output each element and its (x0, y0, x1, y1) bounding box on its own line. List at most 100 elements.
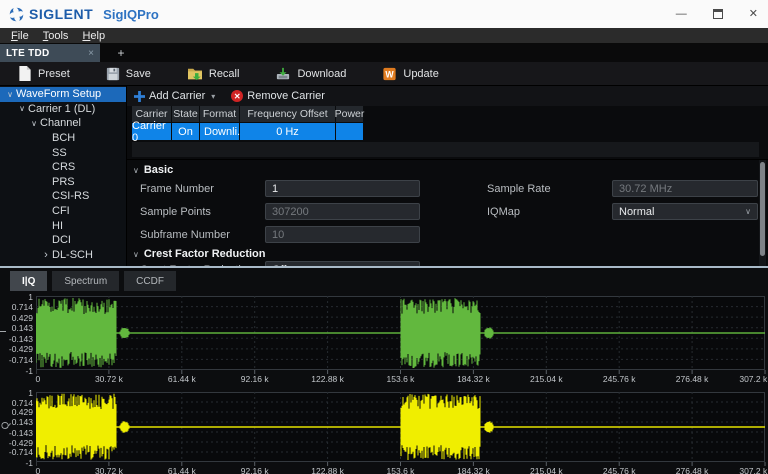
chart-tab-iq[interactable]: I|Q (10, 271, 47, 291)
tree-item-hi[interactable]: HI (0, 218, 126, 233)
sample-points-input[interactable]: 307200 (265, 203, 420, 220)
chevron-down-icon[interactable]: ∨ (4, 90, 16, 99)
y-tick-label: -0.143 (0, 428, 33, 438)
toolbar-label: Preset (38, 68, 70, 80)
x-tick-label: 215.04 k (530, 374, 563, 384)
tree-item-dci[interactable]: DCI (0, 233, 126, 248)
preset-button[interactable]: Preset (18, 66, 70, 81)
chevron-down-icon[interactable]: ∨ (16, 104, 28, 113)
tree-item-carrier-1-dl-[interactable]: ∨Carrier 1 (DL) (0, 102, 126, 117)
tree-item-channel[interactable]: ∨Channel (0, 116, 126, 131)
chart-tab-ccdf[interactable]: CCDF (124, 271, 176, 291)
tree-item-dl-sch[interactable]: ›DL-SCH (0, 248, 126, 263)
tab-lte-tdd[interactable]: LTE TDD × (0, 44, 100, 62)
new-tab-button[interactable]: + (112, 44, 130, 62)
page-icon (18, 66, 32, 81)
column-header-format[interactable]: Format (200, 106, 240, 123)
y-tick-label: 0.429 (0, 313, 33, 323)
remove-carrier-button[interactable]: ✕ Remove Carrier (231, 90, 325, 102)
carrier-table: CarrierStateFormatFrequency OffsetPowerC… (132, 106, 364, 141)
y-tick-label: 1 (0, 388, 33, 398)
chevron-down-icon: ∨ (133, 250, 139, 259)
table-cell: Carrier 0 (132, 123, 172, 141)
caret-down-icon[interactable]: ▾ (211, 92, 215, 101)
subframe-number-input[interactable]: 10 (265, 226, 420, 243)
tree-item-waveform-setup[interactable]: ∨WaveForm Setup (0, 87, 126, 102)
tree-item-label: CRS (52, 161, 75, 173)
y-tick-label: 1 (0, 292, 33, 302)
chevron-right-icon[interactable]: › (40, 251, 52, 259)
add-carrier-button[interactable]: Add Carrier ▾ (134, 90, 215, 102)
waveform-plot-q (36, 392, 766, 467)
tree-item-label: DCI (52, 234, 71, 246)
tree-item-bch[interactable]: BCH (0, 131, 126, 146)
tree-item-label: CSI-RS (52, 190, 89, 202)
menu-item-help[interactable]: Help (75, 30, 112, 42)
field-value: 1 (272, 183, 278, 195)
update-icon: W (382, 67, 397, 81)
settings-scrollbar[interactable] (759, 160, 766, 266)
tree-item-crs[interactable]: CRS (0, 160, 126, 175)
tree-item-label: Carrier 1 (DL) (28, 103, 95, 115)
column-header-power[interactable]: Power (336, 106, 364, 123)
siglent-logo-icon (8, 6, 25, 23)
waveform-plot-i (36, 296, 766, 375)
recall-button[interactable]: Recall (187, 67, 240, 81)
y-tick-label: 0.714 (0, 302, 33, 312)
x-tick-label: 215.04 k (530, 466, 563, 474)
toolbar-label: Download (297, 68, 346, 80)
x-tick-label: 307.2 k (739, 466, 767, 474)
x-tick-label: 276.48 k (676, 374, 709, 384)
menu-item-tools[interactable]: Tools (36, 30, 76, 42)
app-title: SigIQPro (103, 7, 159, 22)
tree-item-label: HI (52, 220, 63, 232)
table-cell: Downli... (200, 123, 240, 141)
update-button[interactable]: W Update (382, 67, 438, 81)
menu-item-file[interactable]: File (4, 30, 36, 42)
field-value: 30.72 MHz (619, 183, 672, 195)
app-window: SIGLENT SigIQPro — ✕ FileToolsHelp LTE T… (0, 0, 768, 474)
tree-item-ss[interactable]: SS (0, 145, 126, 160)
download-button[interactable]: Download (275, 67, 346, 81)
chart-tab-spectrum[interactable]: Spectrum (52, 271, 119, 291)
toolbar-label: Update (403, 68, 438, 80)
tab-close-icon[interactable]: × (88, 48, 94, 59)
close-icon[interactable]: ✕ (749, 9, 758, 20)
y-tick-label: 0.143 (0, 323, 33, 333)
remove-icon: ✕ (231, 90, 243, 102)
x-tick-label: 61.44 k (168, 374, 196, 384)
column-header-state[interactable]: State (172, 106, 200, 123)
y-tick-label: -0.714 (0, 355, 33, 365)
y-tick-label: -0.714 (0, 447, 33, 457)
x-tick-label: 245.76 k (603, 466, 636, 474)
cfr-section-header[interactable]: ∨ Crest Factor Reduction (133, 248, 266, 260)
y-tick-label: 0.714 (0, 398, 33, 408)
chevron-down-icon[interactable]: ∨ (28, 119, 40, 128)
x-tick-label: 245.76 k (603, 374, 636, 384)
y-tick-label: -1 (0, 458, 33, 468)
basic-section-header[interactable]: ∨ Basic (133, 164, 173, 176)
x-tick-label: 276.48 k (676, 466, 709, 474)
iqmap-dropdown[interactable]: Normal∨ (612, 203, 758, 220)
tree-item-csi-rs[interactable]: CSI-RS (0, 189, 126, 204)
divider (127, 159, 768, 160)
sample-rate-input[interactable]: 30.72 MHz (612, 180, 758, 197)
minimize-icon[interactable]: — (676, 9, 687, 20)
scrollbar-thumb[interactable] (760, 162, 765, 256)
chevron-down-icon: ∨ (133, 166, 139, 175)
frame-number-input[interactable]: 1 (265, 180, 420, 197)
tree-item-label: DL-SCH (52, 249, 93, 261)
sample-rate-label: Sample Rate (487, 183, 551, 195)
column-header-frequency-offset[interactable]: Frequency Offset (240, 106, 336, 123)
maximize-icon[interactable] (713, 9, 723, 19)
titlebar: SIGLENT SigIQPro — ✕ (0, 0, 768, 28)
table-row[interactable]: Carrier 0OnDownli...0 Hz (132, 123, 364, 141)
x-tick-label: 153.6 k (387, 374, 415, 384)
remove-carrier-label: Remove Carrier (247, 90, 325, 102)
save-button[interactable]: Save (106, 67, 151, 81)
iqmap-label: IQMap (487, 206, 520, 218)
tree-item-cfi[interactable]: CFI (0, 204, 126, 219)
x-tick-label: 122.88 k (311, 466, 344, 474)
tree-item-prs[interactable]: PRS (0, 175, 126, 190)
y-tick-label: -0.429 (0, 344, 33, 354)
